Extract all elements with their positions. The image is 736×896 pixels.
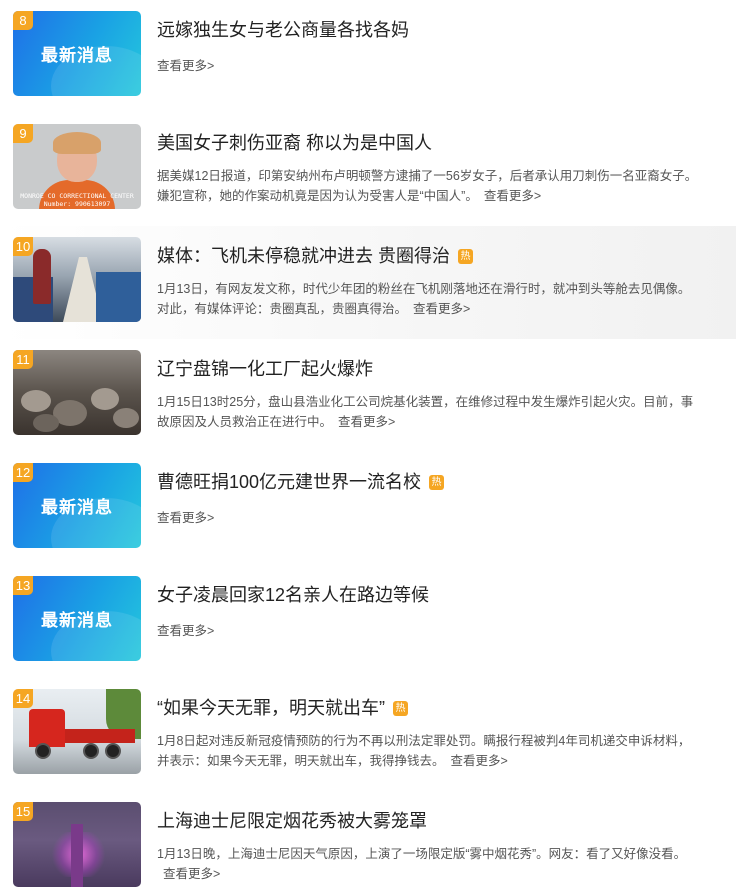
mug-caption-line: MONROE CO CORRECTIONAL CENTER <box>20 192 134 200</box>
news-summary: 据美媒12日报道，印第安纳州布卢明顿警方逮捕了一56岁女子，后者承认用刀刺伤一名… <box>157 166 702 206</box>
list-item[interactable]: 最新消息 8 远嫁独生女与老公商量各找各妈 查看更多> <box>0 0 736 113</box>
list-item[interactable]: 14 “如果今天无罪，明天就出车” 热 1月8日起对违反新冠疫情预防的行为不再以刑… <box>0 678 736 791</box>
hot-badge-icon: 热 <box>429 475 445 490</box>
news-title-text[interactable]: 曹德旺捐100亿元建世界一流名校 <box>157 472 421 492</box>
news-title[interactable]: “如果今天无罪，明天就出车” 热 <box>157 695 408 721</box>
news-title-text[interactable]: 辽宁盘锦一化工厂起火爆炸 <box>157 359 373 379</box>
rank-badge: 15 <box>13 802 33 821</box>
summary-text: 1月8日起对违反新冠疫情预防的行为不再以刑法定罪处罚。瞒报行程被判4年司机递交申… <box>157 734 691 768</box>
summary-text: 据美媒12日报道，印第安纳州布卢明顿警方逮捕了一56岁女子，后者承认用刀刺伤一名… <box>157 169 698 203</box>
view-more-link[interactable]: 查看更多> <box>163 867 220 881</box>
news-title[interactable]: 女子凌晨回家12名亲人在路边等候 <box>157 582 429 608</box>
news-title-text[interactable]: “如果今天无罪，明天就出车” <box>157 698 385 718</box>
placeholder-text: 最新消息 <box>41 498 113 517</box>
summary-text: 1月13日晚，上海迪士尼因天气原因，上演了一场限定版“雾中烟花秀”。网友：看了又… <box>157 847 687 861</box>
list-item[interactable]: 15 上海迪士尼限定烟花秀被大雾笼罩 1月13日晚，上海迪士尼因天气原因，上演了… <box>0 791 736 896</box>
hot-badge-icon: 热 <box>458 249 473 264</box>
view-more-link[interactable]: 查看更多> <box>338 415 395 429</box>
news-summary: 1月8日起对违反新冠疫情预防的行为不再以刑法定罪处罚。瞒报行程被判4年司机递交申… <box>157 731 702 771</box>
view-more-link[interactable]: 查看更多> <box>157 507 214 526</box>
news-title-text[interactable]: 上海迪士尼限定烟花秀被大雾笼罩 <box>157 811 427 831</box>
rank-badge: 9 <box>13 124 33 143</box>
news-title[interactable]: 上海迪士尼限定烟花秀被大雾笼罩 <box>157 808 427 834</box>
list-item[interactable]: 最新消息 13 女子凌晨回家12名亲人在路边等候 查看更多> <box>0 565 736 678</box>
mug-caption-line: Number: 990613097 <box>43 200 111 208</box>
news-summary: 1月13日晚，上海迪士尼因天气原因，上演了一场限定版“雾中烟花秀”。网友：看了又… <box>157 844 702 884</box>
view-more-link[interactable]: 查看更多> <box>157 55 214 74</box>
rank-badge: 13 <box>13 576 33 595</box>
news-title[interactable]: 远嫁独生女与老公商量各找各妈 <box>157 17 409 43</box>
news-title[interactable]: 媒体：飞机未停稳就冲进去 贵圈得治热 <box>157 243 473 269</box>
list-item[interactable]: 11 辽宁盘锦一化工厂起火爆炸 1月15日13时25分，盘山县浩业化工公司烷基化… <box>0 339 736 452</box>
rank-badge: 10 <box>13 237 33 256</box>
news-title-text[interactable]: 远嫁独生女与老公商量各找各妈 <box>157 20 409 40</box>
news-summary: 1月13日，有网友发文称，时代少年团的粉丝在飞机刚落地还在滑行时，就冲到头等舱去… <box>157 279 702 319</box>
list-item[interactable]: 最新消息 12 曹德旺捐100亿元建世界一流名校热 查看更多> <box>0 452 736 565</box>
news-summary: 1月15日13时25分，盘山县浩业化工公司烷基化装置，在维修过程中发生爆炸引起火… <box>157 392 702 432</box>
hot-badge-icon: 热 <box>393 701 408 716</box>
view-more-link[interactable]: 查看更多> <box>484 189 541 203</box>
news-title[interactable]: 曹德旺捐100亿元建世界一流名校热 <box>157 469 445 495</box>
news-title[interactable]: 美国女子刺伤亚裔 称以为是中国人 <box>157 130 432 156</box>
list-item[interactable]: MONROE CO CORRECTIONAL CENTER Number: 990… <box>0 113 736 226</box>
news-title[interactable]: 辽宁盘锦一化工厂起火爆炸 <box>157 356 373 382</box>
list-item[interactable]: 10 媒体：飞机未停稳就冲进去 贵圈得治热 1月13日，有网友发文称，时代少年团… <box>0 226 736 339</box>
news-list: 最新消息 8 远嫁独生女与老公商量各找各妈 查看更多> MONROE CO CO… <box>0 0 736 896</box>
placeholder-text: 最新消息 <box>41 46 113 65</box>
view-more-link[interactable]: 查看更多> <box>451 754 508 768</box>
rank-badge: 12 <box>13 463 33 482</box>
placeholder-text: 最新消息 <box>41 611 113 630</box>
rank-badge: 11 <box>13 350 33 369</box>
summary-text: 1月15日13时25分，盘山县浩业化工公司烷基化装置，在维修过程中发生爆炸引起火… <box>157 395 694 429</box>
rank-badge: 14 <box>13 689 33 708</box>
rank-badge: 8 <box>13 11 33 30</box>
news-title-text[interactable]: 媒体：飞机未停稳就冲进去 贵圈得治 <box>157 246 450 266</box>
news-title-text[interactable]: 美国女子刺伤亚裔 称以为是中国人 <box>157 133 432 153</box>
view-more-link[interactable]: 查看更多> <box>157 620 214 639</box>
view-more-link[interactable]: 查看更多> <box>413 302 470 316</box>
news-title-text[interactable]: 女子凌晨回家12名亲人在路边等候 <box>157 585 429 605</box>
